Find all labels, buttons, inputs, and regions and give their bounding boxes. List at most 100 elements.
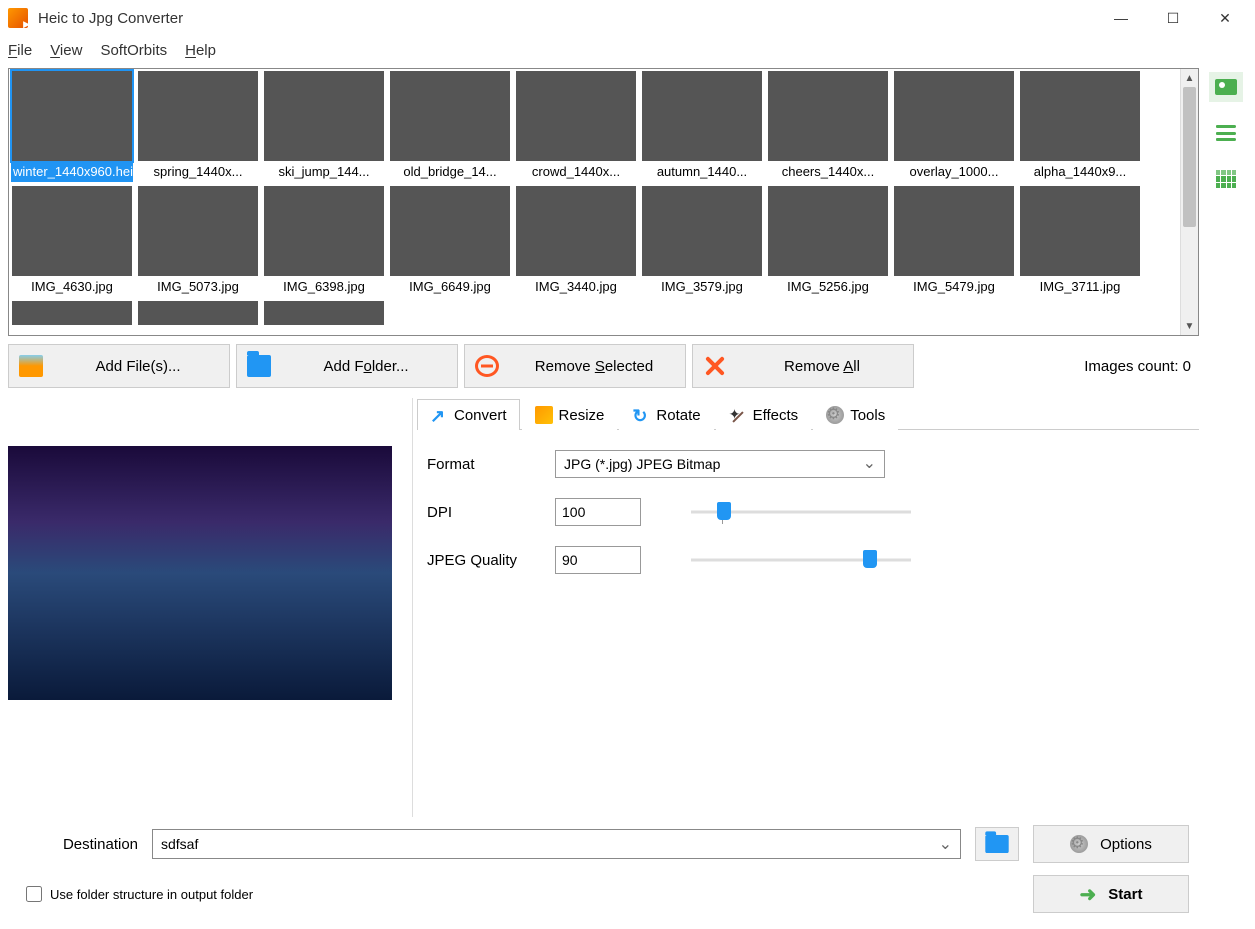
start-arrow-icon: ➜ — [1080, 882, 1097, 907]
thumbnail-item[interactable]: IMG_3440.jpg — [515, 186, 637, 297]
thumbnail-image — [894, 186, 1014, 276]
thumbnail-image — [1020, 71, 1140, 161]
thumbnail-item[interactable]: crowd_1440x... — [515, 71, 637, 182]
tools-icon — [826, 406, 844, 424]
remove-all-label: Remove All — [741, 358, 903, 375]
thumbnail-label: autumn_1440... — [641, 161, 763, 182]
close-button[interactable]: ✕ — [1213, 6, 1237, 30]
thumbnail-image — [138, 301, 258, 325]
scroll-up-icon[interactable]: ▲ — [1181, 69, 1198, 87]
list-view-icon — [1216, 125, 1236, 141]
images-count: Images count: 0 — [1084, 358, 1199, 375]
start-label: Start — [1108, 886, 1142, 903]
thumbnail-image — [12, 301, 132, 325]
format-label: Format — [427, 456, 535, 473]
quality-input[interactable] — [555, 546, 641, 574]
menu-help[interactable]: Help — [185, 42, 216, 59]
use-folder-structure-checkbox[interactable] — [26, 886, 42, 902]
gear-icon — [1070, 835, 1088, 853]
thumbnail-label: IMG_6649.jpg — [389, 276, 511, 297]
format-select[interactable]: JPG (*.jpg) JPEG Bitmap — [555, 450, 885, 478]
browse-button[interactable] — [975, 827, 1019, 861]
thumbnail-item[interactable]: IMG_6649.jpg — [389, 186, 511, 297]
thumbnail-item[interactable]: IMG_6398.jpg — [263, 186, 385, 297]
preview-image — [8, 446, 392, 700]
thumbnail-item[interactable] — [263, 301, 385, 325]
thumbnail-label: cheers_1440x... — [767, 161, 889, 182]
quality-slider[interactable] — [691, 548, 911, 572]
scrollbar[interactable]: ▲ ▼ — [1180, 69, 1198, 335]
thumbnail-image — [894, 71, 1014, 161]
add-folder-button[interactable]: Add Folder... — [236, 344, 458, 388]
thumbnail-image — [516, 186, 636, 276]
view-grid-button[interactable] — [1209, 164, 1243, 194]
dpi-input[interactable] — [555, 498, 641, 526]
minimize-button[interactable]: — — [1109, 6, 1133, 30]
tab-effects[interactable]: Effects — [716, 399, 812, 430]
thumbnail-image — [642, 186, 762, 276]
thumbnail-label: alpha_1440x9... — [1019, 161, 1141, 182]
grid-view-icon — [1216, 170, 1236, 188]
thumbnail-image — [264, 186, 384, 276]
thumbnail-image — [642, 71, 762, 161]
thumbnail-label: IMG_6398.jpg — [263, 276, 385, 297]
maximize-button[interactable]: ☐ — [1161, 6, 1185, 30]
thumbnail-image — [12, 71, 132, 161]
tab-convert-label: Convert — [454, 407, 507, 424]
remove-all-button[interactable]: Remove All — [692, 344, 914, 388]
destination-value: sdfsaf — [161, 836, 198, 852]
thumbnail-item[interactable]: winter_1440x960.heic — [11, 71, 133, 182]
menu-softorbits[interactable]: SoftOrbits — [100, 42, 167, 59]
thumbnail-image — [264, 301, 384, 325]
format-value: JPG (*.jpg) JPEG Bitmap — [564, 456, 720, 472]
rotate-icon — [632, 406, 650, 424]
thumbnail-item[interactable]: autumn_1440... — [641, 71, 763, 182]
view-list-button[interactable] — [1209, 118, 1243, 148]
thumbnail-label: IMG_3440.jpg — [515, 276, 637, 297]
thumbnail-item[interactable] — [137, 301, 259, 325]
thumbnail-image — [516, 71, 636, 161]
tab-tools[interactable]: Tools — [813, 399, 898, 430]
start-button[interactable]: ➜ Start — [1033, 875, 1189, 913]
scroll-down-icon[interactable]: ▼ — [1181, 317, 1198, 335]
tab-effects-label: Effects — [753, 407, 799, 424]
thumbnail-image — [138, 71, 258, 161]
thumbnail-item[interactable]: cheers_1440x... — [767, 71, 889, 182]
dpi-label: DPI — [427, 504, 535, 521]
tabs: Convert Resize Rotate Effects — [417, 398, 1199, 430]
thumbnail-label: IMG_5479.jpg — [893, 276, 1015, 297]
thumbnail-item[interactable]: IMG_3579.jpg — [641, 186, 763, 297]
thumbnail-item[interactable]: ski_jump_144... — [263, 71, 385, 182]
thumbnail-item[interactable]: old_bridge_14... — [389, 71, 511, 182]
destination-input[interactable]: sdfsaf — [152, 829, 961, 859]
thumbnail-label: IMG_5256.jpg — [767, 276, 889, 297]
remove-selected-button[interactable]: Remove Selected — [464, 344, 686, 388]
thumbnail-item[interactable]: overlay_1000... — [893, 71, 1015, 182]
thumbnail-image — [264, 71, 384, 161]
thumbnail-item[interactable]: IMG_5073.jpg — [137, 186, 259, 297]
menu-view[interactable]: View — [50, 42, 82, 59]
thumbnail-item[interactable]: IMG_5479.jpg — [893, 186, 1015, 297]
thumbnail-item[interactable] — [11, 301, 133, 325]
thumbnail-item[interactable]: IMG_3711.jpg — [1019, 186, 1141, 297]
thumbnail-item[interactable]: alpha_1440x9... — [1019, 71, 1141, 182]
thumbnails-view-icon — [1215, 79, 1237, 95]
view-mode-panel — [1205, 68, 1247, 921]
add-files-button[interactable]: Add File(s)... — [8, 344, 230, 388]
tab-resize[interactable]: Resize — [522, 399, 618, 430]
dpi-slider[interactable] — [691, 500, 911, 524]
view-thumbnails-button[interactable] — [1209, 72, 1243, 102]
tab-rotate[interactable]: Rotate — [619, 399, 713, 430]
thumbnail-item[interactable]: IMG_4630.jpg — [11, 186, 133, 297]
quality-label: JPEG Quality — [427, 552, 535, 569]
convert-tab-content: Format JPG (*.jpg) JPEG Bitmap DPI — [417, 430, 1199, 614]
add-files-icon — [19, 355, 43, 377]
tab-convert[interactable]: Convert — [417, 399, 520, 430]
menu-file[interactable]: File — [8, 42, 32, 59]
thumbnail-label: winter_1440x960.heic — [11, 161, 133, 182]
thumbnail-item[interactable]: spring_1440x... — [137, 71, 259, 182]
thumbnail-item[interactable]: IMG_5256.jpg — [767, 186, 889, 297]
thumbnail-label: IMG_5073.jpg — [137, 276, 259, 297]
options-button[interactable]: Options — [1033, 825, 1189, 863]
scroll-handle[interactable] — [1183, 87, 1196, 227]
